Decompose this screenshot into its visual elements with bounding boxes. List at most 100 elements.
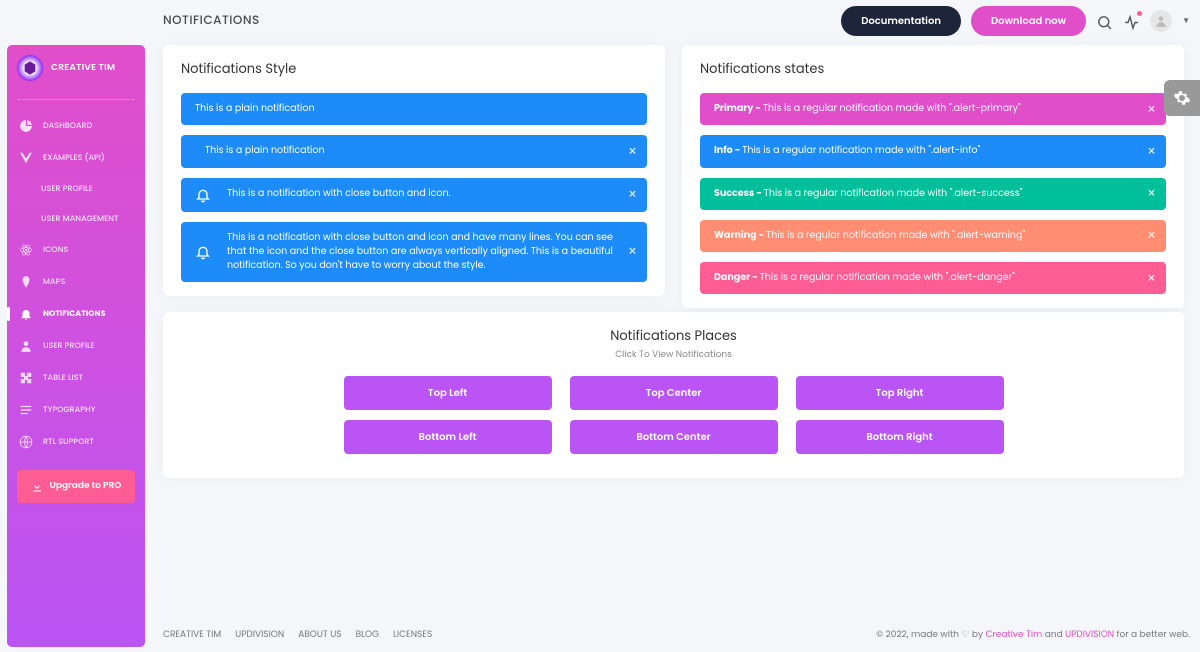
alert-plain: This is a plain notification bbox=[181, 93, 647, 125]
alert-closable: This is a plain notification × bbox=[181, 135, 647, 167]
bell-icon bbox=[19, 307, 33, 321]
notification-dot bbox=[1137, 11, 1142, 16]
sidebar-item-table-list[interactable]: TABLE LIST bbox=[7, 362, 145, 394]
alert-text: Danger - This is a regular notification … bbox=[714, 271, 1152, 285]
sidebar-item-user-profile-sub[interactable]: USER PROFILE bbox=[7, 174, 145, 204]
nav-label: ICONS bbox=[43, 244, 68, 256]
sidebar-item-icons[interactable]: ICONS bbox=[7, 234, 145, 266]
sidebar-item-examples[interactable]: EXAMPLES (API) bbox=[7, 142, 145, 174]
close-icon[interactable]: × bbox=[1147, 183, 1156, 204]
upgrade-button[interactable]: Upgrade to PRO bbox=[17, 470, 135, 503]
alert-success: Success - This is a regular notification… bbox=[700, 178, 1166, 210]
sidebar-item-user-management[interactable]: USER MANAGEMENT bbox=[7, 204, 145, 234]
nav-label: USER PROFILE bbox=[41, 183, 93, 195]
page-title: NOTIFICATIONS bbox=[163, 12, 260, 30]
footer-link-updivision[interactable]: UPDIVISION bbox=[235, 629, 284, 642]
nav-label: USER MANAGEMENT bbox=[41, 213, 119, 225]
nav-label: MAPS bbox=[43, 276, 65, 288]
bottom-left-button[interactable]: Bottom Left bbox=[344, 420, 552, 454]
nav-label: TYPOGRAPHY bbox=[43, 404, 95, 416]
places-title: Notifications Places bbox=[181, 326, 1166, 346]
atom-icon bbox=[19, 243, 33, 257]
card-notifications-states: Notifications states Primary - This is a… bbox=[682, 45, 1184, 308]
alert-text: This is a plain notification bbox=[195, 144, 633, 158]
top-left-button[interactable]: Top Left bbox=[344, 376, 552, 410]
nav-label: EXAMPLES (API) bbox=[43, 152, 105, 164]
footer-copyright: © 2022, made with ♡ by Creative Tim and … bbox=[876, 629, 1190, 642]
brand[interactable]: CREATIVE TIM bbox=[7, 55, 145, 91]
places-subtitle: Click To View Notifications bbox=[181, 349, 1166, 362]
download-icon bbox=[31, 481, 43, 493]
sidebar-item-typography[interactable]: TYPOGRAPHY bbox=[7, 394, 145, 426]
user-icon bbox=[19, 339, 33, 353]
alert-text: This is a plain notification bbox=[195, 102, 633, 116]
puzzle-icon bbox=[19, 371, 33, 385]
card-notifications-style: Notifications Style This is a plain noti… bbox=[163, 45, 665, 296]
brand-logo-icon bbox=[17, 55, 43, 81]
footer-link-ct[interactable]: Creative Tim bbox=[985, 629, 1042, 641]
sidebar-item-dashboard[interactable]: DASHBOARD bbox=[7, 110, 145, 142]
nav-label: TABLE LIST bbox=[43, 372, 83, 384]
alert-text: This is a notification with close button… bbox=[227, 231, 633, 274]
close-icon[interactable]: × bbox=[628, 141, 637, 162]
footer-link-licenses[interactable]: LICENSES bbox=[393, 629, 432, 642]
footer-link-creative-tim[interactable]: CREATIVE TIM bbox=[163, 629, 221, 642]
nav-label: RTL SUPPORT bbox=[43, 436, 94, 448]
chevron-down-icon[interactable]: ▼ bbox=[1182, 15, 1190, 27]
top-center-button[interactable]: Top Center bbox=[570, 376, 778, 410]
alert-text: Primary - This is a regular notification… bbox=[714, 102, 1152, 116]
alert-primary: Primary - This is a regular notification… bbox=[700, 93, 1166, 125]
sidebar-item-rtl-support[interactable]: RTL SUPPORT bbox=[7, 426, 145, 458]
globe-icon bbox=[19, 435, 33, 449]
pin-icon bbox=[19, 275, 33, 289]
bell-icon bbox=[195, 187, 211, 203]
align-icon bbox=[19, 403, 33, 417]
footer-link-about-us[interactable]: ABOUT US bbox=[298, 629, 341, 642]
brand-name: CREATIVE TIM bbox=[51, 62, 115, 75]
upgrade-label: Upgrade to PRO bbox=[50, 480, 122, 493]
alert-text: This is a notification with close button… bbox=[227, 187, 633, 201]
alert-icon-multiline: This is a notification with close button… bbox=[181, 222, 647, 283]
alert-text: Warning - This is a regular notification… bbox=[714, 229, 1152, 243]
documentation-button[interactable]: Documentation bbox=[841, 6, 961, 36]
bottom-center-button[interactable]: Bottom Center bbox=[570, 420, 778, 454]
close-icon[interactable]: × bbox=[628, 241, 637, 262]
footer-link-ud[interactable]: UPDIVISION bbox=[1065, 629, 1114, 641]
bottom-right-button[interactable]: Bottom Right bbox=[796, 420, 1004, 454]
download-button[interactable]: Download now bbox=[971, 6, 1086, 36]
alert-text: Success - This is a regular notification… bbox=[714, 187, 1152, 201]
close-icon[interactable]: × bbox=[1147, 268, 1156, 289]
sidebar-item-notifications[interactable]: NOTIFICATIONS bbox=[7, 298, 145, 330]
search-icon[interactable] bbox=[1096, 13, 1113, 30]
top-right-button[interactable]: Top Right bbox=[796, 376, 1004, 410]
nav-label: DASHBOARD bbox=[43, 120, 92, 132]
pie-chart-icon bbox=[19, 119, 33, 133]
alert-text: Info - This is a regular notification ma… bbox=[714, 144, 1152, 158]
card-title: Notifications Style bbox=[181, 59, 647, 79]
nav-label: USER PROFILE bbox=[43, 340, 95, 352]
sidebar-item-maps[interactable]: MAPS bbox=[7, 266, 145, 298]
activity-icon[interactable] bbox=[1123, 13, 1140, 30]
vue-icon bbox=[19, 151, 33, 165]
footer-links: CREATIVE TIM UPDIVISION ABOUT US BLOG LI… bbox=[163, 629, 432, 642]
bell-icon bbox=[195, 244, 211, 260]
footer-link-blog[interactable]: BLOG bbox=[356, 629, 379, 642]
footer: CREATIVE TIM UPDIVISION ABOUT US BLOG LI… bbox=[163, 629, 1190, 642]
alert-danger: Danger - This is a regular notification … bbox=[700, 262, 1166, 294]
alert-icon: This is a notification with close button… bbox=[181, 178, 647, 212]
nav-label: NOTIFICATIONS bbox=[43, 308, 105, 320]
avatar[interactable] bbox=[1150, 10, 1172, 32]
close-icon[interactable]: × bbox=[1147, 141, 1156, 162]
gear-icon bbox=[1173, 89, 1191, 107]
close-icon[interactable]: × bbox=[1147, 99, 1156, 120]
card-notifications-places: Notifications Places Click To View Notif… bbox=[163, 312, 1184, 478]
close-icon[interactable]: × bbox=[628, 184, 637, 205]
close-icon[interactable]: × bbox=[1147, 225, 1156, 246]
settings-fab[interactable] bbox=[1164, 80, 1200, 116]
alert-warning: Warning - This is a regular notification… bbox=[700, 220, 1166, 252]
sidebar: CREATIVE TIM DASHBOARD EXAMPLES (API) US… bbox=[7, 45, 145, 647]
brand-divider bbox=[17, 99, 135, 100]
alert-info: Info - This is a regular notification ma… bbox=[700, 135, 1166, 167]
sidebar-item-user-profile[interactable]: USER PROFILE bbox=[7, 330, 145, 362]
header: NOTIFICATIONS Documentation Download now… bbox=[163, 0, 1190, 42]
